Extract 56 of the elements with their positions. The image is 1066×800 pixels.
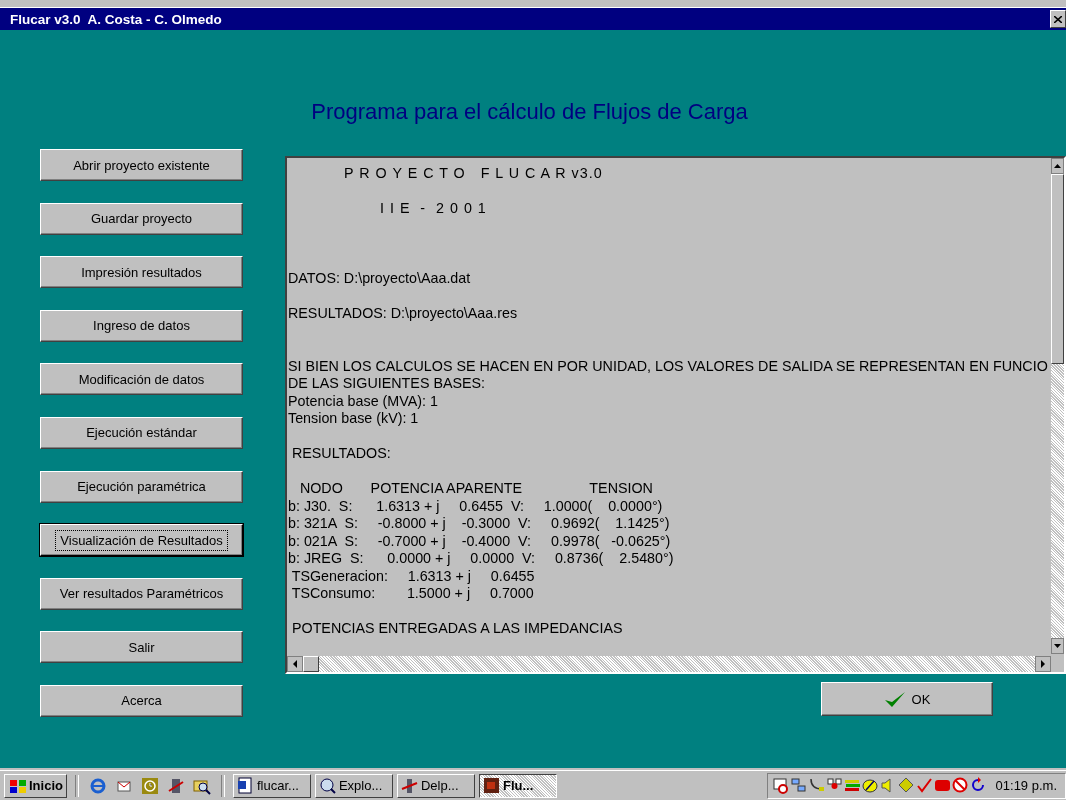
no-entry-icon[interactable] (951, 777, 969, 794)
taskbar-button[interactable]: Flu... (478, 773, 557, 798)
report-line: Potencia base (MVA): 1 (288, 392, 439, 410)
report-subtitle: I I E - 2 0 0 1 (379, 200, 488, 218)
report-line: DATOS: D:\proyecto\Aaa.dat (288, 270, 472, 288)
menu-button[interactable]: Modificación de datos (40, 363, 243, 396)
report-line: b: J30. S: 1.6313 + j 0.6455 V: 1.0000( 0.0000°) (288, 497, 664, 515)
report-line: RESULTADOS: (290, 445, 392, 463)
cable-icon[interactable] (807, 777, 825, 794)
vertical-scrollbar[interactable] (1051, 158, 1064, 654)
scroll-thumb[interactable] (303, 656, 319, 672)
report-line: b: 021A S: -0.7000 + j -0.4000 V: 0.9978( -0.0625°) (288, 532, 672, 550)
menu-button[interactable]: Ver resultados Paramétricos (40, 577, 243, 610)
check-icon (883, 690, 906, 708)
report-line: b: 321A S: -0.8000 + j -0.3000 V: 0.9692( 1.1425°) (288, 515, 671, 533)
scroll-thumb[interactable] (1051, 174, 1064, 364)
folder-magnifier-icon (318, 777, 336, 794)
network-icon[interactable] (789, 777, 807, 794)
taskbar-button[interactable]: Explo... (314, 773, 393, 798)
start-button[interactable]: Inicio (4, 773, 67, 798)
menu-button[interactable]: Ejecución paramétrica (40, 470, 243, 503)
report-title: P R O Y E C T O F L U C A R v3.0 (343, 165, 604, 183)
refresh-icon[interactable] (969, 777, 987, 794)
menu-button[interactable]: Abrir proyecto existente (40, 149, 243, 181)
menu-button[interactable]: Ingreso de datos (40, 309, 243, 342)
document-icon (236, 777, 254, 794)
calendar-icon[interactable] (771, 777, 789, 794)
close-button[interactable] (1050, 10, 1066, 28)
report-line: POTENCIAS ENTREGADAS A LAS IMPEDANCIAS (290, 620, 624, 638)
report-line: Tension base (kV): 1 (288, 410, 420, 428)
menu-button[interactable]: Ejecución estándar (40, 416, 243, 449)
report-line: b: JREG S: 0.0000 + j 0.0000 V: 0.8736( 2.5480°) (288, 550, 675, 568)
clock-icon[interactable] (140, 776, 159, 795)
clock-text: 01:19 p.m. (995, 778, 1057, 793)
report-line: DE LAS SIGUIENTES BASES: (288, 375, 487, 393)
menu-button[interactable]: Impresión resultados (40, 256, 243, 289)
ok-button[interactable]: OK (821, 682, 993, 716)
menu-button[interactable]: Acerca (40, 684, 243, 717)
menu-button[interactable]: Salir (40, 631, 243, 664)
browser-icon[interactable] (88, 776, 107, 795)
window-title: Flucar v3.0 A. Costa - C. Olmedo (10, 11, 223, 27)
menu-button[interactable]: Visualización de Resultados (40, 524, 243, 557)
report-line: TSGeneracion: 1.6313 + j 0.6455 (290, 567, 536, 585)
taskbar-button[interactable]: Delp... (396, 773, 475, 798)
page-heading: Programa para el cálculo de Flujos de Carga (310, 99, 749, 126)
diamond-icon[interactable] (897, 777, 915, 794)
close-icon (1054, 15, 1062, 23)
report-line: RESULTADOS: D:\proyecto\Aaa.res (288, 305, 519, 323)
windows-flag-icon (8, 777, 28, 794)
taskbar-button[interactable]: flucar... (232, 773, 311, 798)
horizontal-scrollbar[interactable] (287, 656, 1051, 672)
menu-button[interactable]: Guardar proyecto (40, 202, 243, 235)
window-icon (482, 777, 500, 794)
report-line: NODO POTENCIA APARENTE TENSION (298, 480, 654, 498)
report-line: TSConsumo: 1.5000 + j 0.7000 (290, 585, 535, 603)
checkmark-icon[interactable] (915, 777, 933, 794)
